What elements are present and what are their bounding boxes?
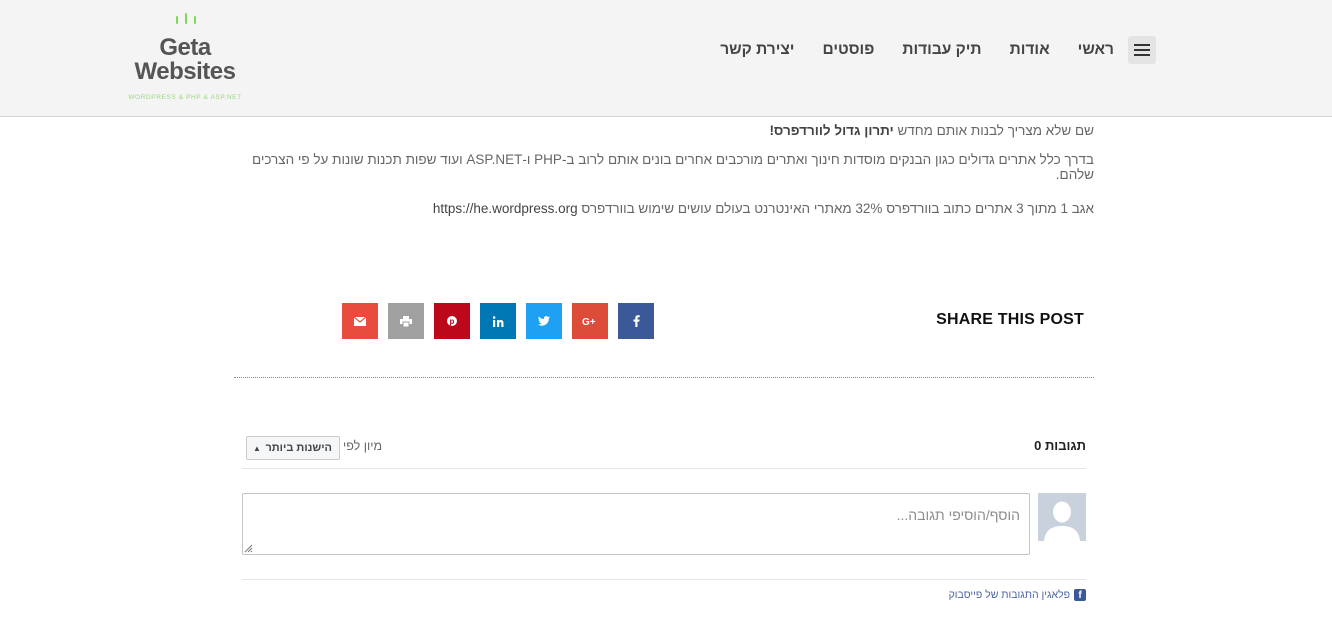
svg-text:G+: G+ — [582, 317, 596, 326]
facebook-icon — [633, 315, 640, 327]
email-icon — [354, 316, 366, 326]
site-header: Geta Websites WORDPRESS & PHP & ASP.NET … — [0, 0, 1332, 117]
google-plus-share-button[interactable]: G+ — [572, 303, 608, 339]
share-buttons: p G+ — [342, 303, 654, 339]
main-nav: ראשי אודות תיק עבודות פוסטים יצירת קשר — [720, 36, 1156, 64]
nav-item-about[interactable]: אודות — [1010, 41, 1050, 59]
article-paragraph-2: בדרך כלל אתרים גדולים כגון הבנקים מוסדות… — [251, 152, 1094, 182]
paragraph-bold-text: יתרון גדול לוורדפרס! — [769, 123, 894, 138]
svg-text:p: p — [450, 317, 455, 326]
print-button[interactable] — [388, 303, 424, 339]
logo-text-line2: Websites — [134, 58, 236, 85]
select-arrows-icon: ▲ — [253, 443, 261, 453]
pinterest-share-button[interactable]: p — [434, 303, 470, 339]
hamburger-menu-icon[interactable] — [1128, 36, 1156, 64]
twitter-icon — [538, 316, 550, 326]
section-divider — [234, 377, 1094, 378]
divider — [242, 579, 1086, 580]
site-logo[interactable]: Geta Websites WORDPRESS & PHP & ASP.NET — [118, 10, 258, 105]
facebook-comments-plugin-link[interactable]: f פלאגין התגובות של פייסבוק — [949, 589, 1086, 601]
user-silhouette-icon — [1038, 493, 1086, 541]
linkedin-share-button[interactable] — [480, 303, 516, 339]
logo-text-line1: Geta — [159, 34, 211, 61]
paragraph-text: שם שלא מצריך לבנות אותם מחדש — [893, 123, 1094, 138]
twitter-share-button[interactable] — [526, 303, 562, 339]
pinterest-icon: p — [447, 316, 457, 326]
comments-count: 0 תגובות — [1034, 438, 1086, 453]
comment-placeholder: הוסף/הוסיפי תגובה... — [896, 507, 1020, 523]
google-plus-icon: G+ — [582, 317, 596, 326]
resize-grip-icon[interactable] — [244, 544, 253, 553]
nav-item-contact[interactable]: יצירת קשר — [720, 41, 794, 59]
nav-item-posts[interactable]: פוסטים — [823, 41, 875, 59]
avatar — [1038, 493, 1086, 541]
sort-label: מיון לפי — [343, 439, 383, 453]
facebook-share-button[interactable] — [618, 303, 654, 339]
article-paragraph-1: שם שלא מצריך לבנות אותם מחדש יתרון גדול … — [234, 123, 1094, 138]
wordpress-link[interactable]: https://he.wordpress.org — [433, 201, 578, 216]
sort-select[interactable]: הישנות ביותר ▲ — [246, 436, 340, 460]
email-share-button[interactable] — [342, 303, 378, 339]
facebook-icon: f — [1074, 589, 1086, 601]
linkedin-icon — [492, 315, 503, 327]
paragraph-text: אגב 1 מתוך 3 אתרים כתוב בוורדפרס 32% מאת… — [577, 201, 1094, 216]
plugin-label: פלאגין התגובות של פייסבוק — [948, 589, 1070, 601]
comment-input[interactable]: הוסף/הוסיפי תגובה... — [242, 493, 1030, 555]
article-paragraph-3: אגב 1 מתוך 3 אתרים כתוב בוורדפרס 32% מאת… — [234, 201, 1094, 216]
logo-mark-icon — [174, 12, 198, 24]
share-title: SHARE THIS POST — [936, 311, 1084, 328]
print-icon — [400, 315, 412, 327]
logo-tagline: WORDPRESS & PHP & ASP.NET — [128, 94, 242, 101]
divider — [242, 468, 1086, 469]
nav-item-home[interactable]: ראשי — [1078, 41, 1114, 59]
nav-item-portfolio[interactable]: תיק עבודות — [902, 41, 981, 59]
sort-select-value: הישנות ביותר — [265, 442, 332, 454]
